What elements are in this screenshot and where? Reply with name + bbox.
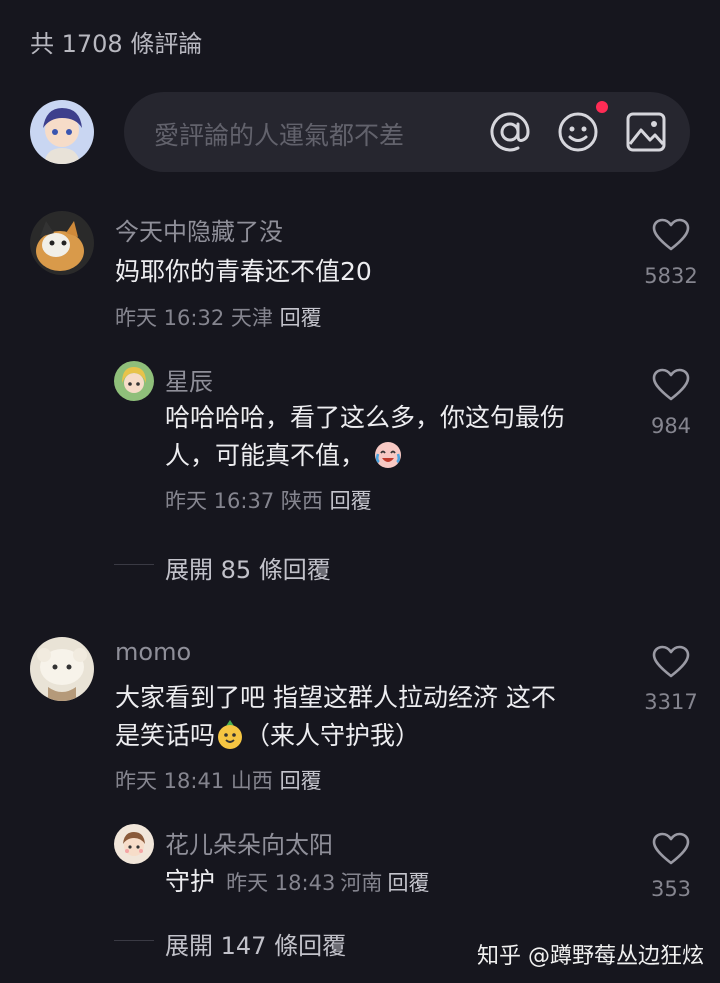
reply-button[interactable]: 回覆 [330,489,372,513]
reply-time: 昨天 16:37 [165,489,275,513]
like-icon[interactable] [652,832,690,866]
reply-username[interactable]: 星辰 [165,362,213,397]
reply-text-line2: 人，可能真不值， [165,441,366,470]
at-icon[interactable] [488,110,532,154]
comment-text: 妈耶你的青春还不值20 [115,257,372,286]
image-icon[interactable] [624,110,668,154]
avatar[interactable] [30,211,94,275]
like-icon[interactable] [652,368,690,402]
comment-count: 共 1708 條評論 [30,30,203,58]
comment-text-line2-tail: （来人守护我） [245,721,421,750]
avatar[interactable] [114,824,154,864]
comment-meta: 昨天 16:32 天津 回覆 [115,302,322,332]
expand-divider [114,564,154,565]
comment-username[interactable]: 今天中隐藏了没 [115,212,283,247]
like-count: 984 [650,414,692,438]
reply-text-line2-wrap: 人，可能真不值， [165,436,403,476]
avatar[interactable] [30,637,94,701]
comment-input-placeholder: 愛評論的人運氣都不差 [154,121,405,150]
laugh-cry-emoji-icon [373,440,403,470]
reply-button[interactable]: 回覆 [280,769,322,793]
like-count: 5832 [644,264,698,288]
reply-location: 河南 [340,871,383,895]
reply-meta: 昨天 16:37 陕西 回覆 [165,485,372,515]
expand-divider [114,940,154,941]
notification-dot [596,101,608,113]
pineapple-emoji-icon [215,720,245,750]
comment-location: 山西 [230,769,273,793]
like-icon[interactable] [652,218,690,252]
watermark: 知乎 @蹲野莓丛边狂炫 [477,944,704,969]
comment-username[interactable]: momo [115,638,191,666]
comment-text-line1: 大家看到了吧 指望这群人拉动经济 这不 [115,683,556,712]
like-icon[interactable] [652,645,690,679]
expand-replies-button[interactable]: 展開 85 條回覆 [165,550,331,585]
comment-time: 昨天 16:32 [115,306,225,330]
reply-button[interactable]: 回覆 [280,306,322,330]
reply-location: 陕西 [280,489,323,513]
emoji-icon[interactable] [556,110,600,154]
comment-time: 昨天 18:41 [115,769,225,793]
like-count: 3317 [644,690,698,714]
reply-username[interactable]: 花儿朵朵向太阳 [165,825,333,860]
comment-text-line2-wrap: 是笑话吗 （来人守护我） [115,716,420,756]
reply-text: 守护 [165,867,216,896]
expand-replies-button[interactable]: 展開 147 條回覆 [165,926,346,961]
reply-row: 守护 昨天 18:43 河南 回覆 [165,862,430,902]
reply-time: 昨天 18:43 [226,871,336,895]
comment-text-line2: 是笑话吗 [115,721,216,750]
reply-text-line1: 哈哈哈哈，看了这么多，你这句最伤 [165,403,566,432]
comment-meta: 昨天 18:41 山西 回覆 [115,765,322,795]
comment-location: 天津 [230,306,273,330]
avatar[interactable] [114,361,154,401]
my-avatar[interactable] [30,100,94,164]
like-count: 353 [650,877,692,901]
reply-button[interactable]: 回覆 [388,871,430,895]
